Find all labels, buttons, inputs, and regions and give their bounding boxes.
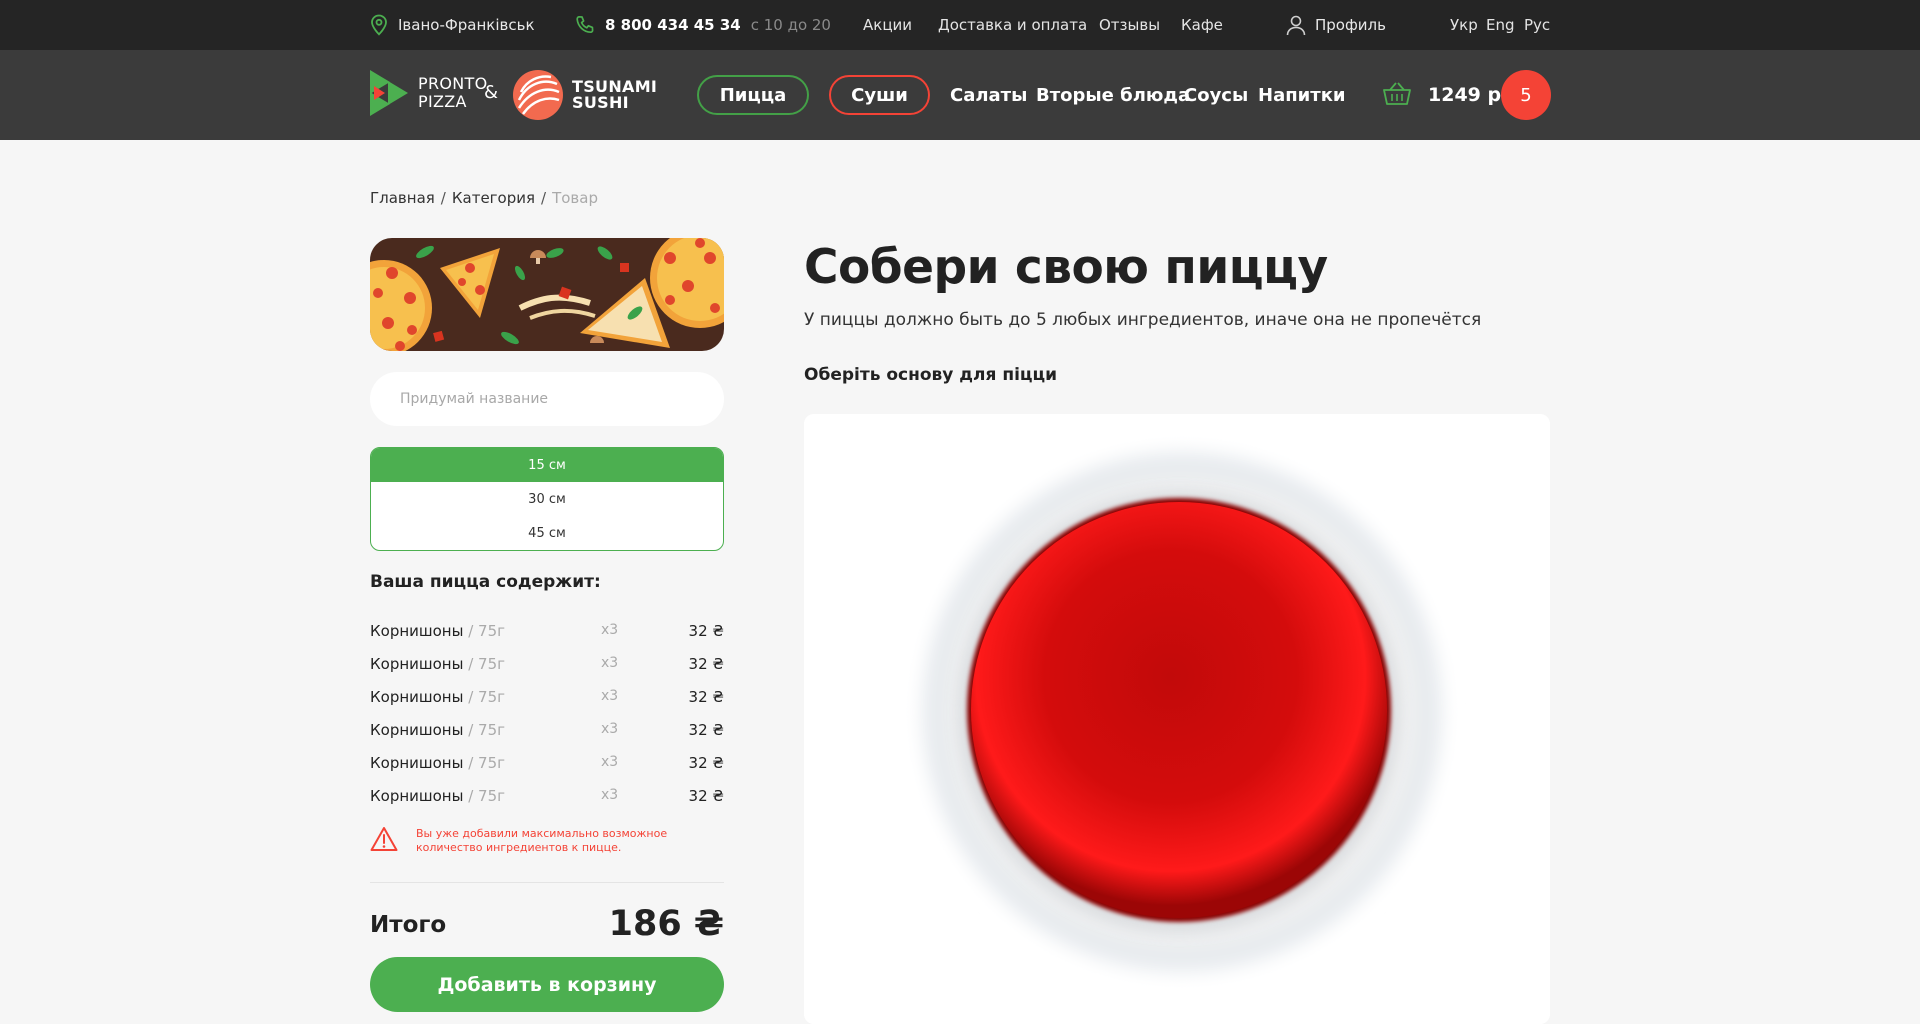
ingredient-row: Корнишоны / 75г x3 32 ₴ [370, 655, 724, 675]
ingredient-row: Корнишоны / 75г x3 32 ₴ [370, 754, 724, 774]
city-selector[interactable]: Івано-Франківськ [370, 0, 535, 50]
salmon-logo-icon [513, 70, 563, 120]
ingredient-qty: x3 [601, 688, 619, 704]
ingredient-name: Корнишоны [370, 787, 464, 805]
divider [370, 882, 724, 883]
ingredient-name: Корнишоны [370, 622, 464, 640]
city-label: Івано-Франківськ [398, 16, 535, 34]
ingredient-row: Корнишоны / 75г x3 32 ₴ [370, 787, 724, 807]
total-value: 186 ₴ [608, 904, 724, 944]
nav-sushi-button[interactable]: Суши [829, 75, 930, 115]
user-icon [1285, 14, 1307, 36]
size-selector: 15 см 30 см 45 см [370, 447, 724, 551]
ingredient-weight: / 75г [463, 787, 506, 805]
breadcrumb-current: Товар [552, 189, 598, 207]
pronto-pizza-logo[interactable]: PRONTO PIZZA [370, 70, 488, 116]
working-hours: с 10 до 20 [750, 16, 831, 34]
top-nav-label[interactable]: Доставка и оплата [938, 16, 1087, 34]
top-nav-label[interactable]: Отзывы [1099, 16, 1160, 34]
ingredient-row: Корнишоны / 75г x3 32 ₴ [370, 622, 724, 642]
logo-ampersand: & [484, 82, 499, 103]
breadcrumb-separator: / [541, 189, 547, 207]
basket-icon[interactable] [1383, 82, 1411, 110]
tsunami-logo-line2: SUSHI [572, 93, 629, 112]
top-bar: Івано-Франківськ 8 800 434 45 34 с 10 до… [0, 0, 1920, 50]
lang-ukr[interactable]: Укр [1450, 0, 1478, 50]
ingredient-price: 32 ₴ [688, 688, 724, 706]
ingredient-name: Корнишоны [370, 688, 464, 706]
ingredient-price: 32 ₴ [688, 721, 724, 739]
ingredient-name: Корнишоны [370, 754, 464, 772]
choose-base-title: Оберіть основу для піцци [804, 365, 1058, 385]
ingredient-price: 32 ₴ [688, 622, 724, 640]
ingredient-qty: x3 [601, 787, 619, 803]
warning-text: Вы уже добавили максимально возможное ко… [416, 827, 668, 854]
profile-label: Профиль [1315, 16, 1386, 34]
pizza-preview[interactable] [804, 414, 1550, 1024]
breadcrumb-category[interactable]: Категория [452, 189, 535, 207]
nav-drinks[interactable]: Напитки [1258, 75, 1346, 115]
pronto-logo-icon [370, 70, 408, 116]
pizza-base-image [804, 414, 1550, 1024]
top-nav-promotions[interactable]: Акции [863, 0, 912, 50]
ingredient-qty: x3 [601, 622, 619, 638]
ingredient-price: 32 ₴ [688, 754, 724, 772]
lang-label[interactable]: Укр [1450, 16, 1478, 34]
phone-block[interactable]: 8 800 434 45 34 с 10 до 20 [575, 0, 831, 50]
pizza-pattern-banner [370, 238, 724, 351]
size-option-45[interactable]: 45 см [371, 516, 723, 550]
nav-sauces[interactable]: Соусы [1184, 75, 1248, 115]
add-to-cart-button[interactable]: Добавить в корзину [370, 957, 724, 1012]
contents-title: Ваша пицца содержит: [370, 572, 601, 592]
lang-rus[interactable]: Рус [1524, 0, 1550, 50]
top-nav-reviews[interactable]: Отзывы [1099, 0, 1160, 50]
pronto-logo-line2: PIZZA [418, 92, 467, 111]
breadcrumb-home[interactable]: Главная [370, 189, 435, 207]
nav-salads[interactable]: Салаты [950, 75, 1027, 115]
ingredient-weight: / 75г [463, 754, 506, 772]
pizza-name-input[interactable] [370, 372, 724, 426]
cart-total[interactable]: 1249 р [1428, 75, 1501, 115]
ingredient-name: Корнишоны [370, 721, 464, 739]
page-title: Собери свою пиццу [804, 240, 1328, 295]
nav-pizza-button[interactable]: Пицца [697, 75, 809, 115]
lang-label[interactable]: Рус [1524, 16, 1550, 34]
lang-eng[interactable]: Eng [1486, 0, 1515, 50]
ingredient-weight: / 75г [463, 655, 506, 673]
cart-count-badge[interactable]: 5 [1501, 70, 1551, 120]
lang-label[interactable]: Eng [1486, 16, 1515, 34]
ingredient-qty: x3 [601, 655, 619, 671]
top-nav-label[interactable]: Акции [863, 16, 912, 34]
phone-icon [575, 15, 595, 35]
ingredient-row: Корнишоны / 75г x3 32 ₴ [370, 721, 724, 741]
ingredient-price: 32 ₴ [688, 655, 724, 673]
ingredient-row: Корнишоны / 75г x3 32 ₴ [370, 688, 724, 708]
warning-triangle-icon [370, 827, 398, 851]
ingredient-price: 32 ₴ [688, 787, 724, 805]
size-option-30[interactable]: 30 см [371, 482, 723, 516]
page-subtitle: У пиццы должно быть до 5 любых ингредиен… [804, 310, 1482, 330]
ingredient-weight: / 75г [463, 688, 506, 706]
top-nav-cafe[interactable]: Кафе [1181, 0, 1223, 50]
ingredient-weight: / 75г [463, 721, 506, 739]
max-ingredients-warning: Вы уже добавили максимально возможное ко… [370, 826, 724, 856]
size-option-15[interactable]: 15 см [371, 448, 723, 482]
total-label: Итого [370, 912, 447, 938]
top-nav-delivery[interactable]: Доставка и оплата [938, 0, 1087, 50]
ingredient-name: Корнишоны [370, 655, 464, 673]
ingredient-qty: x3 [601, 721, 619, 737]
pronto-logo-line1: PRONTO [418, 74, 488, 93]
phone-number[interactable]: 8 800 434 45 34 [605, 16, 741, 34]
nav-main-dishes[interactable]: Вторые блюда [1036, 75, 1190, 115]
tsunami-sushi-logo[interactable]: TSUNAMI SUSHI [513, 70, 657, 120]
profile-link[interactable]: Профиль [1285, 0, 1386, 50]
ingredient-weight: / 75г [463, 622, 506, 640]
ingredient-qty: x3 [601, 754, 619, 770]
breadcrumb-separator: / [440, 189, 446, 207]
main-header: PRONTO PIZZA & TSUNAMI SUSHI Пицца Суши … [0, 50, 1920, 140]
location-pin-icon [370, 14, 388, 36]
top-nav-label[interactable]: Кафе [1181, 16, 1223, 34]
breadcrumb: Главная / Категория / Товар [370, 189, 598, 207]
